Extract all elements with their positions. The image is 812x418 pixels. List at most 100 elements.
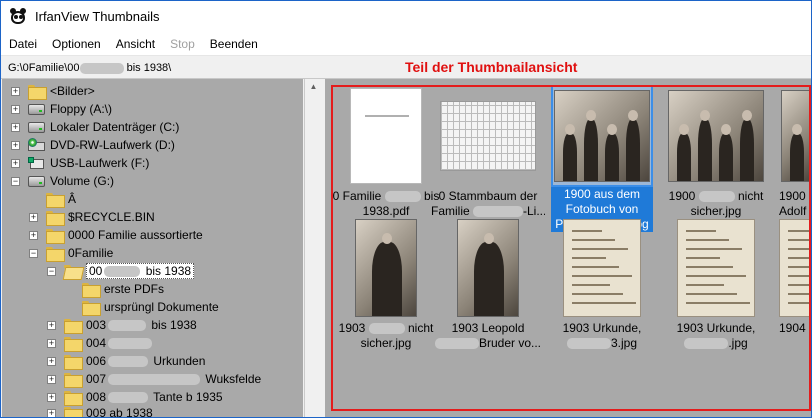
thumbnail-image-frame[interactable] — [779, 85, 811, 187]
tree-item[interactable]: + USB-Laufwerk (F:) — [11, 154, 149, 172]
expand-icon[interactable]: + — [47, 392, 56, 402]
tree-item[interactable]: Â — [29, 190, 76, 208]
folder-icon — [64, 336, 83, 352]
tree-item[interactable]: erste PDFs — [65, 280, 164, 298]
expand-icon[interactable]: + — [47, 408, 56, 417]
tree-item[interactable]: +003 bis 1938 — [47, 316, 197, 334]
folder-icon — [64, 372, 83, 388]
thumbnail-item[interactable]: 1900 aus demFotobuch vonPapas Mutter..jp… — [551, 85, 653, 232]
thumbnail-image-frame[interactable] — [665, 217, 767, 319]
folder-icon — [28, 84, 47, 100]
tree-item[interactable]: ursprüngl Dokumente — [65, 298, 219, 316]
menu-beenden[interactable]: Beenden — [202, 37, 265, 51]
folder-icon — [46, 192, 65, 208]
folder-icon — [46, 228, 65, 244]
menu-datei[interactable]: Datei — [1, 37, 44, 51]
tree-scrollbar[interactable]: ▲ — [304, 79, 322, 417]
tree-item-label: erste PDFs — [104, 282, 165, 296]
menu-bar: Datei Optionen Ansicht Stop Beenden — [1, 32, 811, 56]
thumbnail-item[interactable]: 1904 Be — [779, 217, 811, 349]
tree-item-label: $RECYCLE.BIN — [68, 210, 155, 224]
tree-item[interactable]: − 00 bis 1938 — [47, 262, 195, 280]
redacted-text — [108, 356, 149, 368]
folder-icon — [46, 246, 65, 262]
thumbnail-image-frame[interactable] — [779, 217, 811, 319]
caption-line: 1900 nicht — [668, 189, 764, 203]
thumbnail-caption: 1900 nicht sicher.jpg — [659, 189, 773, 219]
tree-item[interactable]: + $RECYCLE.BIN — [29, 208, 155, 226]
drive-icon — [28, 103, 45, 115]
expand-icon[interactable]: + — [47, 320, 56, 330]
tree-item[interactable]: − 0Familie — [29, 244, 113, 262]
thumbnail-item[interactable]: 1903 Urkunde, 3.jpg — [551, 217, 653, 350]
expand-icon[interactable]: + — [47, 338, 56, 348]
redacted-text — [104, 266, 141, 278]
irfanview-panda-icon — [9, 7, 27, 26]
thumbnail-item[interactable]: 1900 Adolf — [779, 85, 811, 218]
caption-line: 3.jpg — [545, 336, 659, 351]
tree-item-label: <Bilder> — [50, 84, 95, 98]
thumbnail-item[interactable]: 0 Stammbaum der Familie -Li... — [431, 85, 545, 218]
collapse-icon[interactable]: − — [11, 176, 20, 186]
tree-item-label: Volume (G:) — [50, 174, 115, 188]
pdf-page-thumbnail — [350, 88, 422, 184]
expand-icon[interactable]: + — [11, 122, 20, 132]
tree-item-label: 008 Tante b 1935 — [86, 390, 223, 404]
tree-item-label: 009 ab 1938 — [86, 406, 153, 418]
caption-line: 1903 nicht — [338, 321, 434, 335]
thumbnail-image-frame[interactable] — [437, 85, 539, 187]
thumbnail-image-frame[interactable] — [437, 217, 539, 319]
thumbnail-image-frame[interactable] — [335, 85, 437, 187]
thumbnail-item[interactable]: 1903 Leopold Bruder vo... — [434, 217, 541, 350]
folder-icon — [82, 300, 101, 316]
scroll-up-icon[interactable]: ▲ — [305, 79, 322, 95]
collapse-icon[interactable]: − — [47, 266, 56, 276]
thumbnail-item[interactable]: 1903 Urkunde, .jpg — [665, 217, 767, 350]
menu-optionen[interactable]: Optionen — [44, 37, 108, 51]
thumbnail-caption: 0 Familie bis 1938.pdf — [329, 189, 443, 219]
tree-item[interactable]: +004 — [47, 334, 154, 352]
tree-item[interactable]: +0000 Familie aussortierte — [29, 226, 203, 244]
open-folder-icon — [64, 264, 81, 278]
expand-icon[interactable]: + — [47, 356, 56, 366]
thumbnail-image-frame[interactable] — [551, 217, 653, 319]
expand-icon[interactable]: + — [11, 104, 20, 114]
collapse-icon[interactable]: − — [29, 248, 38, 258]
tree-item[interactable]: +009 ab 1938 — [47, 404, 153, 418]
tree-item-label: 0Familie — [68, 246, 114, 260]
thumbnail-item[interactable]: 0 Familie bis 1938.pdf — [333, 85, 439, 218]
expand-icon[interactable]: + — [11, 158, 20, 168]
folder-icon — [64, 354, 83, 370]
redacted-text — [79, 62, 124, 74]
tree-item[interactable]: + DVD-RW-Laufwerk (D:) — [11, 136, 175, 154]
expand-icon[interactable]: + — [29, 230, 38, 240]
thumbnail-image-frame[interactable] — [335, 217, 437, 319]
annotation-label: Teil der Thumbnailansicht — [405, 59, 578, 75]
tree-item-label: ursprüngl Dokumente — [104, 300, 219, 314]
expand-icon[interactable]: + — [47, 374, 56, 384]
tree-item[interactable]: +007 Wuksfelde — [47, 370, 261, 388]
menu-ansicht[interactable]: Ansicht — [108, 37, 162, 51]
tree-item[interactable]: + <Bilder> — [11, 82, 95, 100]
photo-thumbnail — [457, 219, 519, 317]
dvd-drive-icon — [28, 138, 45, 152]
expand-icon[interactable]: + — [29, 212, 38, 222]
family-tree-thumbnail — [440, 101, 536, 171]
tree-item[interactable]: − Volume (G:) — [11, 172, 114, 190]
redacted-text — [108, 338, 153, 350]
caption-line: 1903 Urkunde, — [676, 321, 756, 335]
expand-icon[interactable]: + — [11, 140, 20, 150]
expand-icon[interactable]: + — [11, 86, 20, 96]
thumbnail-caption: 1903 Leopold Bruder vo... — [431, 321, 545, 351]
tree-item-label: Lokaler Datenträger (C:) — [50, 120, 180, 134]
thumbnail-item[interactable]: 1903 nicht sicher.jpg — [335, 217, 437, 350]
thumbnail-item[interactable]: 1900 nicht sicher.jpg — [665, 85, 767, 218]
window-title: IrfanView Thumbnails — [35, 9, 160, 24]
tree-item[interactable]: + Lokaler Datenträger (C:) — [11, 118, 179, 136]
tree-item[interactable]: +006 Urkunden — [47, 352, 205, 370]
thumbnail-image-frame[interactable] — [551, 85, 653, 187]
folder-icon — [82, 282, 101, 298]
tree-item[interactable]: + Floppy (A:\) — [11, 100, 112, 118]
folder-icon — [46, 210, 65, 226]
thumbnail-image-frame[interactable] — [665, 85, 767, 187]
